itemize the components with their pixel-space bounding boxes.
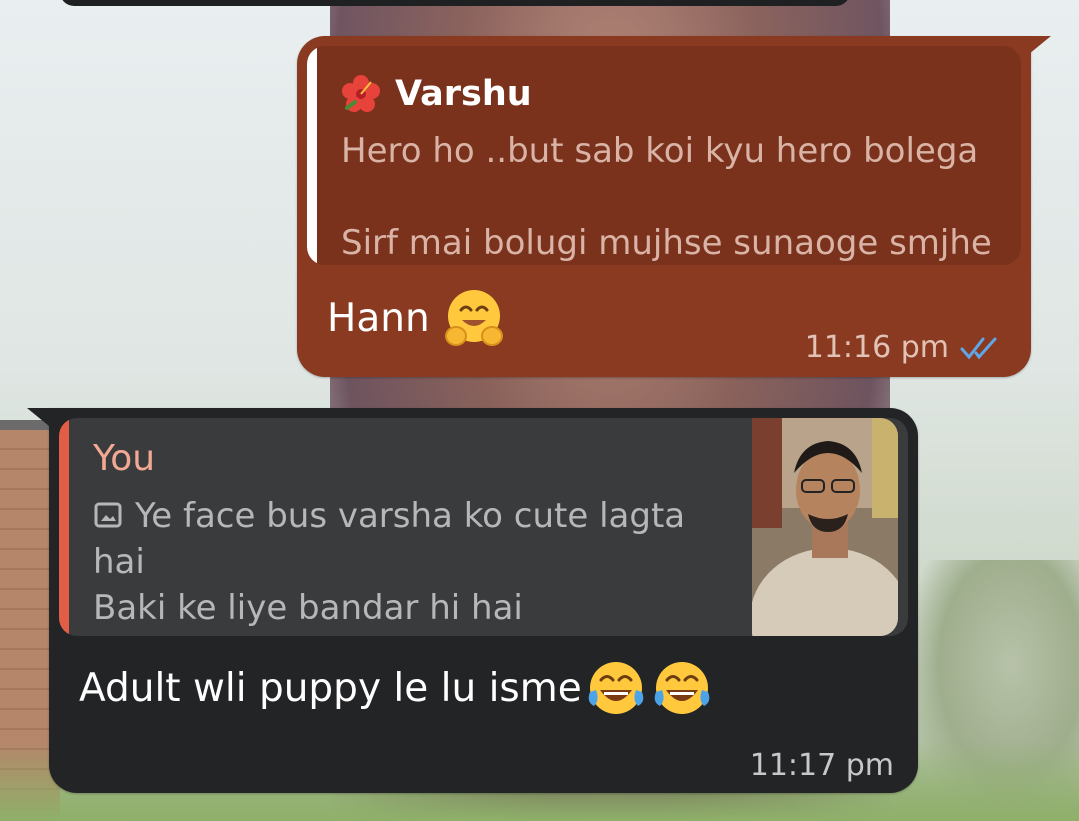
message-text: Adult wli puppy le lu isme: [79, 665, 582, 711]
quote-accent-bar: [307, 46, 317, 265]
face-with-tears-of-joy-emoji: [588, 662, 644, 714]
face-with-tears-of-joy-emoji: [654, 662, 710, 714]
quote-accent-bar: [59, 418, 69, 636]
bubble-tail: [1029, 36, 1051, 54]
quote-text: Hero ho ..but sab koi kyu hero bolega Si…: [341, 131, 992, 263]
message-time: 11:17 pm: [749, 748, 894, 783]
message-text: Hann: [327, 295, 430, 341]
quote-text: Ye face bus varsha ko cute lagta hai Bak…: [93, 493, 713, 631]
hibiscus-icon: [342, 75, 380, 112]
double-check-read-icon: [960, 337, 997, 359]
bubble-tail: [27, 408, 49, 426]
message-body: Adult wli puppy le lu isme: [79, 656, 714, 720]
quote-caption: Ye face bus varsha ko cute lagta hai: [93, 496, 686, 582]
message-meta: 11:16 pm: [805, 330, 1005, 365]
incoming-message-bubble[interactable]: You Ye face bus varsha ko cute lagta hai…: [27, 408, 918, 793]
message-time: 11:16 pm: [804, 330, 949, 365]
quoted-message[interactable]: Varshu Hero ho ..but sab koi kyu hero bo…: [307, 46, 1021, 265]
photo-thumbnail-image: [752, 418, 898, 636]
quote-sender-name: You: [93, 438, 156, 479]
quoted-message[interactable]: You Ye face bus varsha ko cute lagta hai…: [59, 418, 908, 636]
quote-header: Varshu: [341, 74, 532, 114]
previous-message-edge: [60, 0, 850, 6]
hugging-face-emoji: [444, 290, 503, 346]
quote-caption-line2: Baki ke liye bandar hi hai: [93, 588, 523, 628]
quoted-photo-thumbnail[interactable]: [752, 418, 898, 636]
outgoing-message-bubble[interactable]: Varshu Hero ho ..but sab koi kyu hero bo…: [297, 36, 1051, 377]
message-body: Hann: [327, 286, 506, 350]
quote-sender-name: Varshu: [395, 74, 532, 114]
image-icon: [94, 502, 122, 528]
